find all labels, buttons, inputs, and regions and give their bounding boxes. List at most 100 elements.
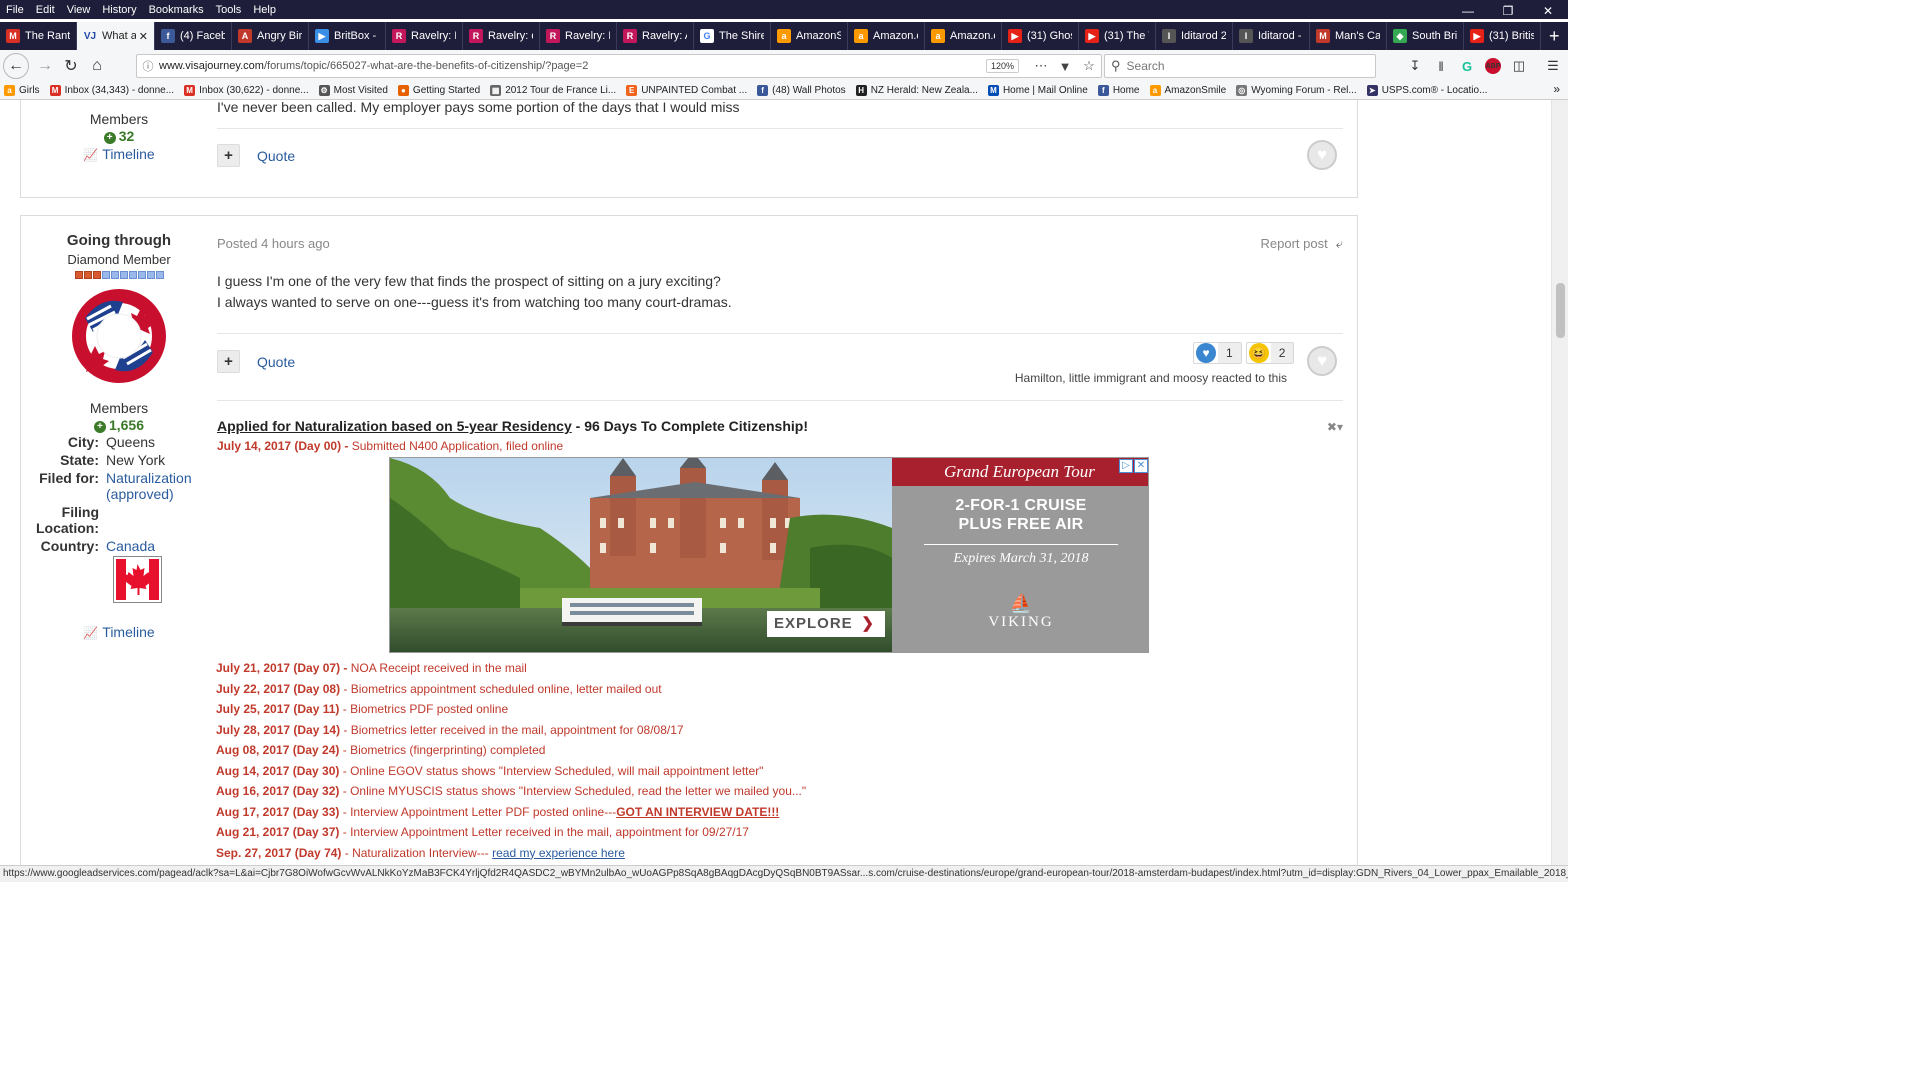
timeline-entry: Aug 14, 2017 (Day 30) - Online EGOV stat… [216, 761, 806, 782]
bookmark-item[interactable]: ▦ 2012 Tour de France Li... [486, 85, 622, 96]
reacted-users[interactable]: Hamilton, little immigrant and moosy rea… [1015, 371, 1287, 385]
pocket-icon[interactable]: ▼ [1053, 59, 1077, 74]
home-icon[interactable]: ⌂ [84, 53, 110, 79]
page-actions-icon[interactable]: ⋯ [1029, 58, 1053, 74]
browser-tab[interactable]: a AmazonS [771, 22, 848, 50]
browser-tab[interactable]: a Amazon.c [848, 22, 925, 50]
bookmark-item[interactable]: H NZ Herald: New Zeala... [852, 85, 984, 96]
vertical-scrollbar[interactable] [1551, 100, 1568, 865]
nav-bar: ← → ↻ ⌂ ⓘ www.visajourney.com/forums/top… [0, 50, 1568, 82]
browser-tab[interactable]: ▶ (31) Britisl [1464, 22, 1541, 50]
browser-tab[interactable]: I Iditarod - [1233, 22, 1310, 50]
search-input[interactable]: Search [1127, 59, 1165, 73]
bookmark-item[interactable]: ➤ USPS.com® - Locatio... [1363, 85, 1494, 96]
bookmark-item[interactable]: M Inbox (30,622) - donne... [180, 85, 315, 96]
menu-view[interactable]: View [61, 4, 97, 16]
menu-file[interactable]: File [0, 4, 30, 16]
field-value-link[interactable]: Naturalization (approved) [106, 470, 217, 502]
heart-icon[interactable]: ♥ [1307, 346, 1337, 376]
multiquote-button[interactable]: + [217, 144, 240, 167]
bookmark-item[interactable]: a Girls [0, 85, 46, 96]
avatar[interactable] [71, 288, 167, 384]
close-signature-icon[interactable]: ✖▾ [1327, 420, 1343, 434]
menu-history[interactable]: History [96, 4, 142, 16]
reaction-haha[interactable]: 😆 2 [1245, 342, 1295, 364]
browser-tab[interactable]: ◆ South Bri [1387, 22, 1464, 50]
hamburger-menu-icon[interactable]: ☰ [1540, 54, 1566, 78]
library-icon[interactable]: ‖ [1428, 54, 1454, 78]
browser-tab[interactable]: a Amazon.c [925, 22, 1002, 50]
bookmark-item[interactable]: ◎ Wyoming Forum - Rel... [1232, 85, 1362, 96]
signature-headline-link[interactable]: Applied for Naturalization based on 5-ye… [217, 418, 572, 434]
browser-tab[interactable]: f (4) Faceb [155, 22, 232, 50]
bookmark-star-icon[interactable]: ☆ [1077, 58, 1101, 74]
forward-arrow-icon[interactable]: → [32, 53, 58, 79]
back-arrow-icon[interactable]: ← [3, 53, 29, 79]
download-icon[interactable]: ↧ [1402, 54, 1428, 78]
timeline-link[interactable]: 📈 Timeline [21, 146, 217, 162]
bookmark-item[interactable]: f Home [1094, 85, 1146, 96]
browser-tab[interactable]: R Ravelry: A [617, 22, 694, 50]
adchoices-icon[interactable]: ▷ [1119, 459, 1133, 473]
grammarly-icon[interactable]: G [1454, 54, 1480, 78]
menu-tools[interactable]: Tools [210, 4, 248, 16]
zoom-level-button[interactable]: 120% [985, 59, 1019, 73]
bookmark-item[interactable]: a AmazonSmile [1146, 85, 1233, 96]
scrollbar-thumb[interactable] [1556, 283, 1565, 338]
report-post-link[interactable]: Report post ⤶ [1261, 236, 1343, 252]
close-tab-icon[interactable]: ✕ [139, 30, 148, 43]
reload-icon[interactable]: ↻ [58, 53, 84, 79]
adchoices[interactable]: ▷ ✕ [1118, 459, 1148, 473]
browser-tab[interactable]: G The Shire [694, 22, 771, 50]
adblock-icon[interactable]: ABP [1480, 54, 1506, 78]
gmail-icon: M [49, 85, 61, 96]
close-window-icon[interactable]: ✕ [1528, 0, 1568, 22]
bookmark-item[interactable]: f (48) Wall Photos [753, 85, 852, 96]
search-bar[interactable]: ⚲ Search [1104, 54, 1376, 78]
ad-close-icon[interactable]: ✕ [1134, 459, 1148, 473]
url-text[interactable]: www.visajourney.com/forums/topic/665027-… [159, 60, 986, 72]
quote-button[interactable]: Quote [257, 354, 295, 370]
bookmark-item[interactable]: ● Getting Started [394, 85, 486, 96]
experience-link[interactable]: read my experience here [492, 846, 625, 860]
browser-tab[interactable]: VJ What a ✕ [77, 22, 155, 50]
bookmark-label: 2012 Tour de France Li... [505, 85, 617, 96]
bookmark-item[interactable]: M Inbox (34,343) - donne... [46, 85, 181, 96]
quote-button[interactable]: Quote [257, 148, 295, 164]
field-value-link[interactable]: Canada [106, 538, 217, 554]
browser-tab[interactable]: I Iditarod 2 [1156, 22, 1233, 50]
new-tab-icon[interactable]: + [1541, 22, 1568, 50]
bookmark-item[interactable]: E UNPAINTED Combat ... [622, 85, 753, 96]
url-bar[interactable]: ⓘ www.visajourney.com/forums/topic/66502… [136, 54, 1102, 78]
advertisement[interactable]: EXPLORE ❯ Grand European Tour 2-FOR-1 CRU… [389, 457, 1149, 653]
explore-button[interactable]: EXPLORE ❯ [767, 611, 885, 637]
restore-icon[interactable]: ❐ [1488, 0, 1528, 22]
bookmark-item[interactable]: M Home | Mail Online [984, 85, 1094, 96]
maps-icon: ◆ [1393, 29, 1407, 43]
browser-tab[interactable]: M Man's Ca [1310, 22, 1387, 50]
browser-tab[interactable]: ▶ BritBox - [309, 22, 386, 50]
timeline-link[interactable]: 📈 Timeline [21, 624, 217, 640]
browser-tab[interactable]: ▶ (31) The T [1079, 22, 1156, 50]
youtube-icon: ▶ [1085, 29, 1099, 43]
browser-tab[interactable]: ▶ (31) Ghost [1002, 22, 1079, 50]
browser-tab[interactable]: R Ravelry: d [463, 22, 540, 50]
browser-tab[interactable]: R Ravelry: P [386, 22, 463, 50]
minimize-icon[interactable]: — [1448, 0, 1488, 22]
browser-tab[interactable]: A Angry Bir [232, 22, 309, 50]
site-info-icon[interactable]: ⓘ [137, 58, 159, 74]
tab-label: (31) Ghost [1027, 30, 1072, 42]
browser-tab[interactable]: M The Rant [0, 22, 77, 50]
username[interactable]: Going through [21, 232, 217, 249]
menu-help[interactable]: Help [247, 4, 282, 16]
multiquote-button[interactable]: + [217, 350, 240, 373]
browser-tab[interactable]: R Ravelry: K [540, 22, 617, 50]
sidebar-icon[interactable]: ◫ [1506, 54, 1532, 78]
menu-edit[interactable]: Edit [30, 4, 61, 16]
share-icon[interactable]: ⤶ [1336, 236, 1343, 251]
menu-bookmarks[interactable]: Bookmarks [143, 4, 210, 16]
reaction-like[interactable]: ♥ 1 [1193, 342, 1242, 364]
heart-icon[interactable]: ♥ [1307, 140, 1337, 170]
bookmark-item[interactable]: ⚙ Most Visited [315, 85, 394, 96]
bookmarks-overflow-icon[interactable]: » [1553, 82, 1560, 96]
